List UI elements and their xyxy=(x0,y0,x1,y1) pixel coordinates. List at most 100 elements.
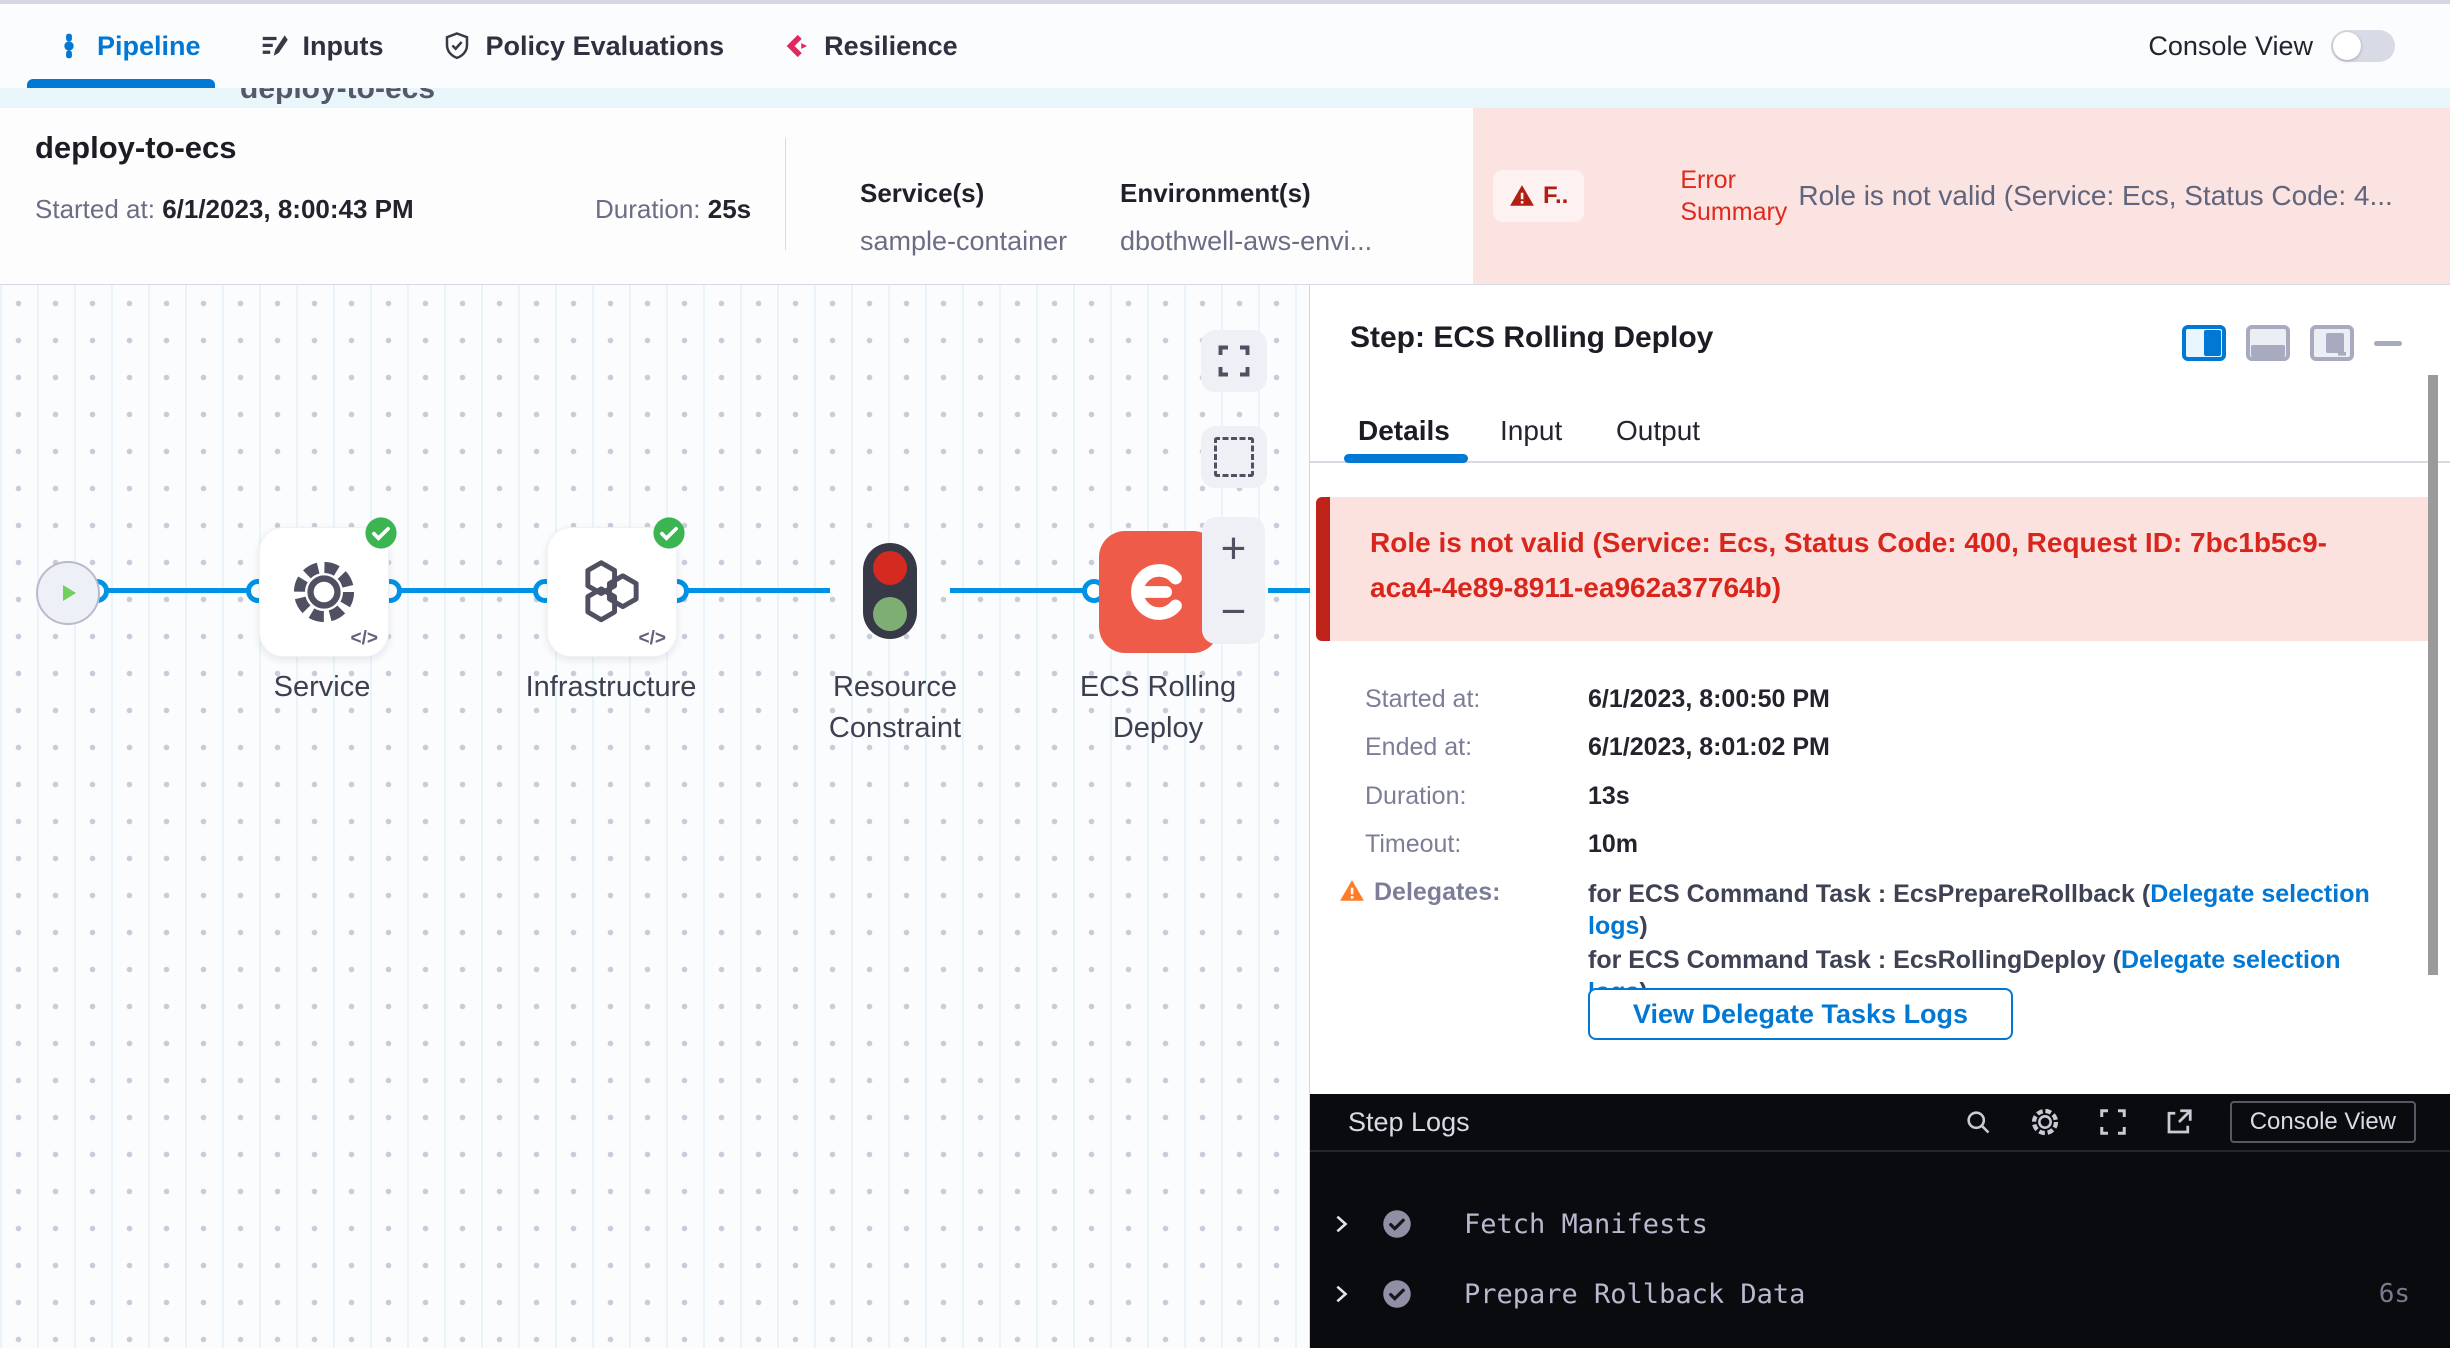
step-logs-panel: Step Logs Console View xyxy=(1310,1094,2450,1348)
services-label: Service(s) xyxy=(860,178,984,209)
duration-value: 25s xyxy=(708,194,751,224)
delegate-text: for ECS Command Task : EcsPrepareRollbac… xyxy=(1588,880,2150,908)
pipeline-icon xyxy=(55,32,83,60)
connector-edge xyxy=(1268,588,1310,593)
logs-console-view-button[interactable]: Console View xyxy=(2230,1101,2416,1143)
log-row-fetch-manifests[interactable]: Fetch Manifests xyxy=(1310,1198,2450,1250)
node-label-resource-constraint: Resource Constraint xyxy=(790,667,1000,748)
pipeline-name: deploy-to-ecs xyxy=(35,130,237,166)
ecs-icon xyxy=(1123,556,1195,628)
run-header: deploy-to-ecs Started at: 6/1/2023, 8:00… xyxy=(0,108,2450,285)
field-label: Duration: xyxy=(1365,782,1466,811)
code-icon: </> xyxy=(639,628,666,650)
tab-label: Pipeline xyxy=(97,31,201,62)
error-summary-label: Error Summary xyxy=(1680,164,1798,229)
view-delegate-tasks-logs-button[interactable]: View Delegate Tasks Logs xyxy=(1588,988,2013,1040)
tab-pipeline[interactable]: Pipeline xyxy=(55,4,201,88)
console-view-toggle[interactable] xyxy=(2331,30,2395,62)
step-logs-toolbar: Console View xyxy=(1964,1101,2416,1143)
split-right-view-button[interactable] xyxy=(2182,325,2226,361)
success-check-badge xyxy=(652,516,686,550)
active-tab-underline xyxy=(27,79,215,88)
panel-scrollbar[interactable] xyxy=(2428,375,2438,975)
canvas-fullscreen-button[interactable] xyxy=(1201,330,1267,392)
expand-logs-icon[interactable] xyxy=(2098,1107,2128,1137)
floating-view-button[interactable] xyxy=(2310,325,2354,361)
tab-policy-evaluations[interactable]: Policy Evaluations xyxy=(442,4,725,88)
run-started-at: Started at: 6/1/2023, 8:00:43 PM xyxy=(35,194,414,225)
connector-edge xyxy=(97,588,258,593)
tab-label: Resilience xyxy=(824,31,958,62)
tab-output[interactable]: Output xyxy=(1616,415,1700,447)
split-bottom-view-button[interactable] xyxy=(2246,325,2290,361)
top-nav: Pipeline Inputs Policy Evaluations Resil… xyxy=(0,4,2450,88)
step-logs-title: Step Logs xyxy=(1348,1107,1470,1138)
field-label: Ended at: xyxy=(1365,733,1472,762)
error-summary-text: Role is not valid (Service: Ecs, Status … xyxy=(1798,180,2392,212)
tab-inputs[interactable]: Inputs xyxy=(259,4,384,88)
log-section-duration: 6s xyxy=(2379,1279,2410,1309)
panel-window-controls xyxy=(2182,325,2402,361)
node-label-service: Service xyxy=(222,667,422,708)
log-settings-gear-icon[interactable] xyxy=(2028,1105,2062,1139)
start-node[interactable] xyxy=(36,561,100,625)
log-success-check-icon xyxy=(1382,1209,1412,1239)
resilience-icon xyxy=(782,32,810,60)
field-label: Timeout: xyxy=(1365,830,1461,859)
node-infrastructure[interactable]: </> xyxy=(547,527,677,657)
zoom-in-button[interactable]: + xyxy=(1221,527,1247,571)
tab-label: Inputs xyxy=(303,31,384,62)
failed-badge-text: F.. xyxy=(1543,182,1568,210)
canvas-zoom-controls: + − xyxy=(1202,517,1265,644)
step-logs-header: Step Logs Console View xyxy=(1310,1094,2450,1152)
node-label-infrastructure: Infrastructure xyxy=(481,667,741,708)
app-window: Pipeline Inputs Policy Evaluations Resil… xyxy=(0,0,2450,1348)
chevron-right-icon[interactable] xyxy=(1330,1283,1352,1305)
tab-details[interactable]: Details xyxy=(1358,415,1450,447)
started-value: 6/1/2023, 8:00:43 PM xyxy=(162,194,414,224)
node-ecs-rolling-deploy[interactable] xyxy=(1099,531,1219,653)
started-label: Started at: xyxy=(35,194,162,224)
log-row-prepare-rollback-data[interactable]: Prepare Rollback Data 6s xyxy=(1310,1268,2450,1320)
pipeline-canvas[interactable]: </> Service </> Infrastructure Resource … xyxy=(0,285,1310,1348)
field-value: 6/1/2023, 8:00:50 PM xyxy=(1588,685,1830,714)
canvas-select-button[interactable] xyxy=(1201,426,1267,488)
play-icon xyxy=(56,581,80,605)
open-in-new-window-icon[interactable] xyxy=(2164,1107,2194,1137)
inputs-icon xyxy=(259,31,289,61)
connector-edge xyxy=(677,588,830,593)
connector-edge xyxy=(390,588,545,593)
search-icon[interactable] xyxy=(1964,1108,1992,1136)
warning-icon xyxy=(1338,878,1366,904)
minimize-panel-button[interactable] xyxy=(2374,341,2402,346)
services-value[interactable]: sample-container xyxy=(860,226,1067,257)
field-value: 10m xyxy=(1588,830,1638,859)
step-tabs: Details Input Output xyxy=(1310,403,2450,463)
hexagons-icon xyxy=(575,557,649,627)
shield-check-icon xyxy=(442,31,472,61)
run-duration: Duration: 25s xyxy=(595,194,751,225)
node-service[interactable]: </> xyxy=(259,527,389,657)
environments-label: Environment(s) xyxy=(1120,178,1311,209)
header-divider xyxy=(785,138,786,250)
failed-warning-icon xyxy=(1509,183,1535,209)
zoom-out-button[interactable]: − xyxy=(1221,590,1247,634)
toggle-knob xyxy=(2333,32,2361,60)
tab-input[interactable]: Input xyxy=(1500,415,1562,447)
connector-edge xyxy=(950,588,1094,593)
step-title: Step: ECS Rolling Deploy xyxy=(1350,321,1713,355)
console-view-label: Console View xyxy=(2148,31,2313,62)
scrolled-content-strip: deploy-to-ecs xyxy=(0,88,2450,108)
node-resource-constraint[interactable] xyxy=(863,543,917,639)
log-section-name: Prepare Rollback Data xyxy=(1464,1279,1805,1310)
failed-status-badge: F.. xyxy=(1493,170,1584,222)
log-section-name: Fetch Manifests xyxy=(1464,1209,1708,1240)
delegate-text: ) xyxy=(1639,912,1647,940)
chevron-right-icon[interactable] xyxy=(1330,1213,1352,1235)
environments-value[interactable]: dbothwell-aws-envi... xyxy=(1120,226,1372,257)
delegate-text: for ECS Command Task : EcsRollingDeploy … xyxy=(1588,946,2121,974)
field-value: 13s xyxy=(1588,782,1630,811)
tab-resilience[interactable]: Resilience xyxy=(782,4,958,88)
code-icon: </> xyxy=(351,628,378,650)
step-details-panel: Step: ECS Rolling Deploy Details Input O… xyxy=(1310,285,2450,1094)
